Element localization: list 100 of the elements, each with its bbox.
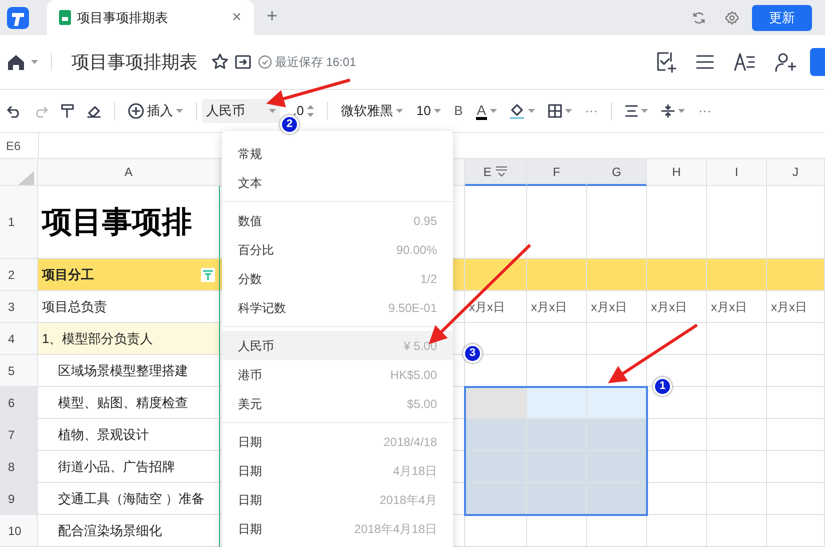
table-cell[interactable] — [767, 515, 825, 547]
task-add-icon[interactable] — [654, 51, 676, 73]
table-cell[interactable] — [647, 419, 707, 451]
table-cell[interactable] — [465, 515, 527, 547]
menu-item[interactable]: 数值 0.95 — [222, 206, 453, 235]
eraser-icon[interactable] — [86, 104, 100, 118]
undo-icon[interactable] — [6, 104, 20, 118]
update-button[interactable]: 更新 — [752, 4, 812, 30]
row-header[interactable]: 9 — [0, 483, 38, 515]
table-cell[interactable] — [587, 323, 647, 355]
table-cell[interactable] — [647, 483, 707, 515]
font-size-dropdown[interactable]: 10 — [416, 101, 442, 121]
menu-item[interactable]: 文本 — [222, 168, 453, 197]
table-cell[interactable] — [465, 483, 527, 515]
menu-item[interactable]: 日期 2018年4月 — [222, 485, 453, 514]
table-cell[interactable] — [647, 259, 707, 291]
table-cell[interactable] — [647, 515, 707, 547]
table-cell[interactable] — [587, 387, 647, 419]
row-header[interactable]: 10 — [0, 515, 38, 547]
filter-icon[interactable] — [201, 268, 215, 282]
column-header[interactable]: F — [527, 159, 587, 186]
table-cell[interactable] — [465, 419, 527, 451]
star-icon[interactable] — [210, 53, 228, 71]
column-header[interactable]: J — [767, 159, 825, 186]
table-cell[interactable] — [527, 515, 587, 547]
table-cell[interactable]: x月x日 — [527, 291, 587, 323]
add-user-icon[interactable] — [775, 52, 797, 72]
format-painter-icon[interactable] — [60, 104, 74, 118]
menu-item[interactable]: 日期 2018年4月18日 — [222, 514, 453, 543]
column-header[interactable]: A — [38, 159, 220, 186]
more-button[interactable]: ··· — [584, 101, 598, 121]
table-cell[interactable] — [707, 451, 767, 483]
table-cell[interactable] — [707, 323, 767, 355]
table-cell[interactable]: 植物、景观设计 — [38, 419, 220, 451]
table-cell[interactable]: 模型、贴图、精度检查 — [38, 387, 220, 419]
menu-item[interactable]: 科学记数 9.50E-01 — [222, 293, 453, 322]
app-logo-icon[interactable] — [6, 6, 28, 28]
table-cell[interactable] — [587, 451, 647, 483]
home-icon[interactable] — [6, 53, 24, 71]
share-button[interactable] — [810, 48, 825, 76]
table-cell[interactable] — [587, 259, 647, 291]
font-color-button[interactable]: A — [476, 102, 498, 120]
horizontal-align-button[interactable] — [624, 105, 648, 117]
menu-item[interactable]: 常规 — [222, 139, 453, 168]
table-cell[interactable]: 配合渲染场景细化 — [38, 515, 220, 547]
table-cell[interactable] — [707, 259, 767, 291]
menu-item[interactable]: 日期 2018/4/18 — [222, 427, 453, 456]
table-cell[interactable] — [587, 483, 647, 515]
folder-move-icon[interactable] — [235, 55, 251, 69]
close-tab-button[interactable]: × — [232, 5, 242, 30]
document-title[interactable]: 项目事项排期表 — [72, 48, 198, 76]
new-tab-button[interactable]: + — [266, 3, 278, 32]
row-header[interactable]: 3 — [0, 291, 38, 323]
table-cell[interactable] — [767, 387, 825, 419]
menu-icon[interactable] — [696, 54, 714, 70]
table-cell[interactable]: 1、模型部分负责人 — [38, 323, 220, 355]
table-cell[interactable] — [465, 451, 527, 483]
menu-item[interactable]: 百分比 90.00% — [222, 235, 453, 264]
table-cell[interactable] — [707, 355, 767, 387]
table-cell[interactable] — [707, 515, 767, 547]
table-cell[interactable] — [527, 483, 587, 515]
borders-button[interactable] — [548, 104, 572, 118]
insert-button[interactable]: 插入 — [128, 101, 183, 121]
table-cell[interactable]: 项目分工 — [38, 259, 220, 291]
table-cell[interactable] — [465, 259, 527, 291]
more-button[interactable]: ··· — [698, 101, 712, 121]
filter-menu-icon[interactable] — [494, 166, 508, 177]
table-cell[interactable] — [767, 419, 825, 451]
table-cell[interactable] — [707, 419, 767, 451]
table-cell[interactable]: x月x日 — [587, 291, 647, 323]
table-cell[interactable] — [647, 323, 707, 355]
number-format-dropdown[interactable]: 人民币 — [202, 99, 280, 123]
table-cell[interactable]: 区域场景模型整理搭建 — [38, 355, 220, 387]
table-cell[interactable] — [707, 387, 767, 419]
table-cell[interactable] — [707, 483, 767, 515]
row-header[interactable]: 5 — [0, 355, 38, 387]
table-cell[interactable] — [647, 451, 707, 483]
menu-item[interactable]: 分数 1/2 — [222, 264, 453, 293]
table-cell[interactable] — [767, 483, 825, 515]
menu-item[interactable]: 港币 HK$5.00 — [222, 360, 453, 389]
column-header[interactable]: E — [465, 159, 527, 186]
row-header[interactable]: 2 — [0, 259, 38, 291]
table-cell[interactable]: x月x日 — [647, 291, 707, 323]
bold-button[interactable]: B — [454, 101, 463, 121]
table-cell[interactable] — [587, 419, 647, 451]
table-cell[interactable]: x月x日 — [707, 291, 767, 323]
table-cell[interactable] — [527, 323, 587, 355]
table-cell[interactable] — [527, 387, 587, 419]
document-tab[interactable]: 项目事项排期表 × — [46, 0, 254, 35]
table-cell[interactable] — [767, 355, 825, 387]
settings-icon[interactable] — [725, 10, 739, 24]
row-header[interactable]: 7 — [0, 419, 38, 451]
vertical-align-button[interactable] — [661, 104, 686, 118]
row-header[interactable]: 1 — [0, 186, 38, 259]
table-cell[interactable]: x月x日 — [767, 291, 825, 323]
column-header[interactable]: I — [707, 159, 767, 186]
row-header[interactable]: 8 — [0, 451, 38, 483]
row-header[interactable]: 4 — [0, 323, 38, 355]
refresh-icon[interactable] — [692, 10, 706, 24]
menu-item[interactable]: 日期 4月18日 — [222, 456, 453, 485]
